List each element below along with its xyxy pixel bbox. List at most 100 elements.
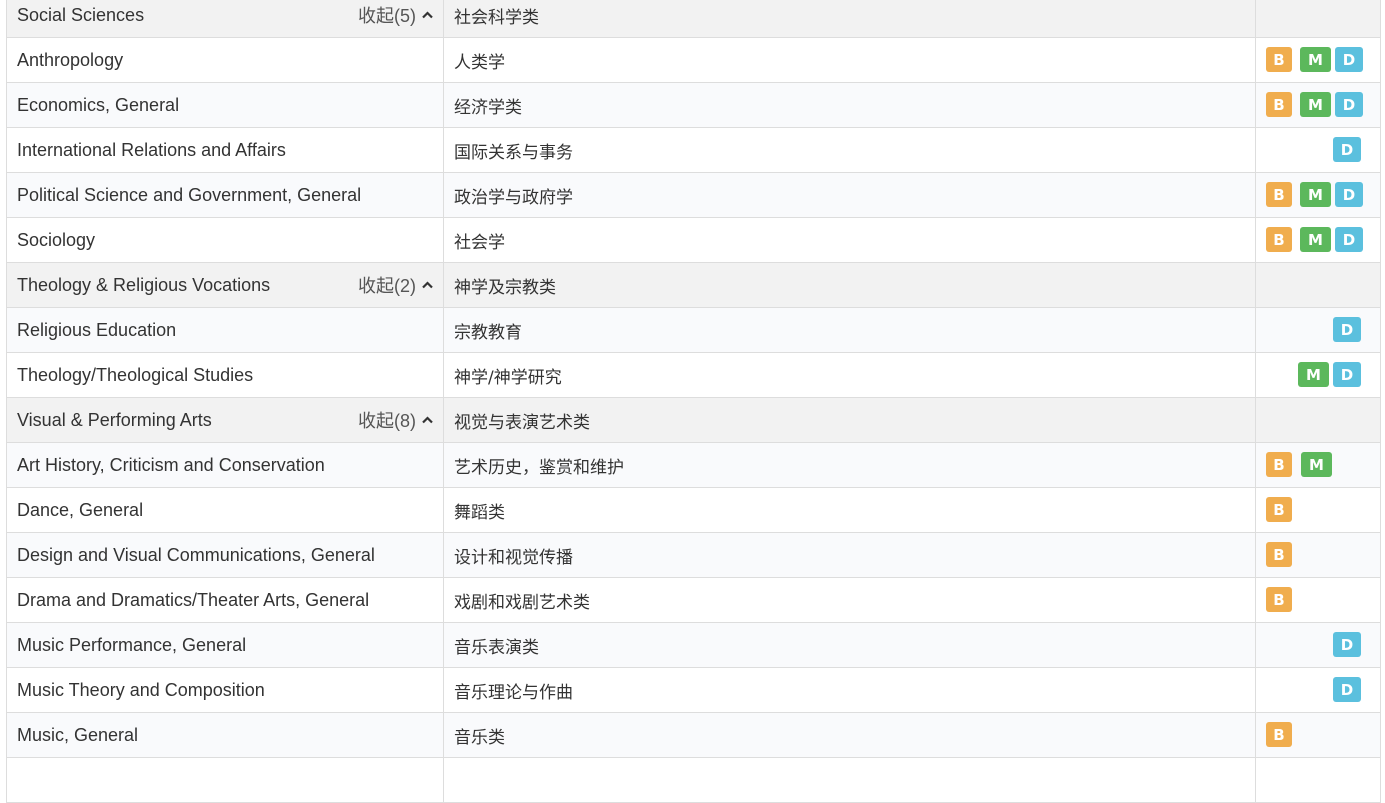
degree-badge-b[interactable]: B bbox=[1266, 452, 1292, 477]
major-name-zh: 设计和视觉传播 bbox=[454, 547, 573, 568]
degree-badges: BMD bbox=[1266, 92, 1370, 118]
major-name-cell: Music, General bbox=[6, 712, 444, 758]
degree-badge-m[interactable]: M bbox=[1298, 362, 1329, 387]
degree-badge-cell: B bbox=[1255, 577, 1381, 623]
major-name-en[interactable]: Design and Visual Communications, Genera… bbox=[17, 545, 375, 565]
major-name-en[interactable]: Theology/Theological Studies bbox=[17, 365, 253, 385]
degree-badge-d[interactable]: D bbox=[1335, 182, 1363, 207]
degree-badge-b[interactable]: B bbox=[1266, 47, 1292, 72]
degree-badge-d[interactable]: D bbox=[1335, 92, 1363, 117]
major-zh-cell: 国际关系与事务 bbox=[443, 127, 1256, 173]
major-row: Theology/Theological Studies 神学/神学研究 M D bbox=[6, 352, 1381, 398]
majors-table: Social Sciences 收起(5) 社会科学类 Anthropology 人类学… bbox=[6, 0, 1381, 803]
major-row: Drama and Dramatics/Theater Arts, Genera… bbox=[6, 577, 1381, 623]
major-row bbox=[6, 757, 1381, 803]
degree-badge-m[interactable]: M bbox=[1300, 182, 1331, 207]
category-header: Visual & Performing Arts 收起(8) bbox=[17, 407, 433, 433]
major-name-en[interactable]: Political Science and Government, Genera… bbox=[17, 185, 361, 205]
degree-badges: BMD bbox=[1266, 182, 1370, 208]
major-zh-cell: 神学/神学研究 bbox=[443, 352, 1256, 398]
degree-badge-d[interactable]: D bbox=[1333, 677, 1361, 702]
category-name-zh: 社会科学类 bbox=[454, 7, 539, 28]
major-row: Economics, General 经济学类 B M D bbox=[6, 82, 1381, 128]
major-zh-cell: 舞蹈类 bbox=[443, 487, 1256, 533]
degree-badge-cell: D bbox=[1255, 622, 1381, 668]
degree-badges: B bbox=[1266, 722, 1370, 748]
degree-badges: D bbox=[1266, 632, 1370, 658]
degree-badge-m[interactable]: M bbox=[1301, 452, 1332, 477]
category-name-en: Theology & Religious Vocations bbox=[17, 274, 271, 295]
degree-badges: MD bbox=[1266, 362, 1370, 388]
category-badge-cell bbox=[1255, 262, 1381, 308]
category-row: Theology & Religious Vocations 收起(2) 神学及宗教… bbox=[6, 262, 1381, 308]
major-name-cell: Political Science and Government, Genera… bbox=[6, 172, 444, 218]
major-name-en[interactable]: Economics, General bbox=[17, 95, 179, 115]
degree-badge-m[interactable]: M bbox=[1300, 92, 1331, 117]
degree-badge-d[interactable]: D bbox=[1335, 227, 1363, 252]
major-name-en[interactable]: Drama and Dramatics/Theater Arts, Genera… bbox=[17, 590, 369, 610]
category-name-en: Social Sciences bbox=[17, 4, 145, 25]
major-name-zh: 社会学 bbox=[454, 232, 505, 253]
major-row: Music Theory and Composition 音乐理论与作曲 D bbox=[6, 667, 1381, 713]
degree-badge-b[interactable]: B bbox=[1266, 227, 1292, 252]
major-name-en[interactable]: Anthropology bbox=[17, 50, 123, 70]
degree-badges: D bbox=[1266, 317, 1370, 343]
degree-badge-b[interactable]: B bbox=[1266, 92, 1292, 117]
major-name-cell: Design and Visual Communications, Genera… bbox=[6, 532, 444, 578]
degree-badge-b[interactable]: B bbox=[1266, 182, 1292, 207]
degree-badges: B bbox=[1266, 542, 1370, 568]
degree-badge-cell: BM bbox=[1255, 442, 1381, 488]
category-name-cell: Theology & Religious Vocations 收起(2) bbox=[6, 262, 444, 308]
major-name-en[interactable]: Music Theory and Composition bbox=[17, 680, 265, 700]
degree-badge-m[interactable]: M bbox=[1300, 227, 1331, 252]
degree-badge-d[interactable]: D bbox=[1333, 137, 1361, 162]
major-name-en[interactable]: Music Performance, General bbox=[17, 635, 246, 655]
degree-badge-b[interactable]: B bbox=[1266, 587, 1292, 612]
degree-badge-b[interactable]: B bbox=[1266, 542, 1292, 567]
major-row: Dance, General 舞蹈类 B bbox=[6, 487, 1381, 533]
major-name-cell: Sociology bbox=[6, 217, 444, 263]
collapse-toggle[interactable]: 收起(2) bbox=[358, 272, 433, 298]
degree-badge-cell: BMD bbox=[1255, 82, 1381, 128]
major-row: Sociology 社会学 B M D bbox=[6, 217, 1381, 263]
degree-badges: B bbox=[1266, 587, 1370, 613]
major-name-cell bbox=[6, 757, 444, 803]
major-zh-cell: 艺术历史，鉴赏和维护 bbox=[443, 442, 1256, 488]
major-row: Political Science and Government, Genera… bbox=[6, 172, 1381, 218]
degree-badges bbox=[1266, 767, 1370, 793]
major-name-zh: 音乐类 bbox=[454, 727, 505, 748]
degree-badges: D bbox=[1266, 677, 1370, 703]
major-row: Anthropology 人类学 B M D bbox=[6, 37, 1381, 83]
degree-badges: BMD bbox=[1266, 47, 1370, 73]
degree-badge-b[interactable]: B bbox=[1266, 497, 1292, 522]
major-row: International Relations and Affairs 国际关系与… bbox=[6, 127, 1381, 173]
degree-badge-cell: D bbox=[1255, 127, 1381, 173]
degree-badge-d[interactable]: D bbox=[1333, 317, 1361, 342]
degree-badge-d[interactable]: D bbox=[1333, 362, 1361, 387]
category-name-cell: Visual & Performing Arts 收起(8) bbox=[6, 397, 444, 443]
category-zh-cell: 视觉与表演艺术类 bbox=[443, 397, 1256, 443]
major-name-cell: Dance, General bbox=[6, 487, 444, 533]
major-name-en[interactable]: Dance, General bbox=[17, 500, 143, 520]
collapse-toggle[interactable]: 收起(8) bbox=[358, 407, 433, 433]
major-name-en[interactable]: Music, General bbox=[17, 725, 138, 745]
collapse-toggle-label: 收起(8) bbox=[358, 411, 416, 431]
chevron-up-icon bbox=[422, 281, 433, 289]
major-name-cell: International Relations and Affairs bbox=[6, 127, 444, 173]
major-zh-cell: 宗教教育 bbox=[443, 307, 1256, 353]
major-name-en[interactable]: Sociology bbox=[17, 230, 95, 250]
collapse-toggle[interactable]: 收起(5) bbox=[358, 2, 433, 28]
major-name-en[interactable]: Religious Education bbox=[17, 320, 176, 340]
major-name-en[interactable]: Art History, Criticism and Conservation bbox=[17, 455, 325, 475]
major-zh-cell: 政治学与政府学 bbox=[443, 172, 1256, 218]
major-name-en[interactable]: International Relations and Affairs bbox=[17, 140, 286, 160]
category-zh-cell: 神学及宗教类 bbox=[443, 262, 1256, 308]
degree-badge-b[interactable]: B bbox=[1266, 722, 1292, 747]
major-row: Design and Visual Communications, Genera… bbox=[6, 532, 1381, 578]
degree-badge-m[interactable]: M bbox=[1300, 47, 1331, 72]
degree-badge-d[interactable]: D bbox=[1335, 47, 1363, 72]
degree-badge-d[interactable]: D bbox=[1333, 632, 1361, 657]
degree-badge-cell: B bbox=[1255, 487, 1381, 533]
major-name-zh: 神学/神学研究 bbox=[454, 367, 562, 388]
degree-badge-cell: B bbox=[1255, 532, 1381, 578]
